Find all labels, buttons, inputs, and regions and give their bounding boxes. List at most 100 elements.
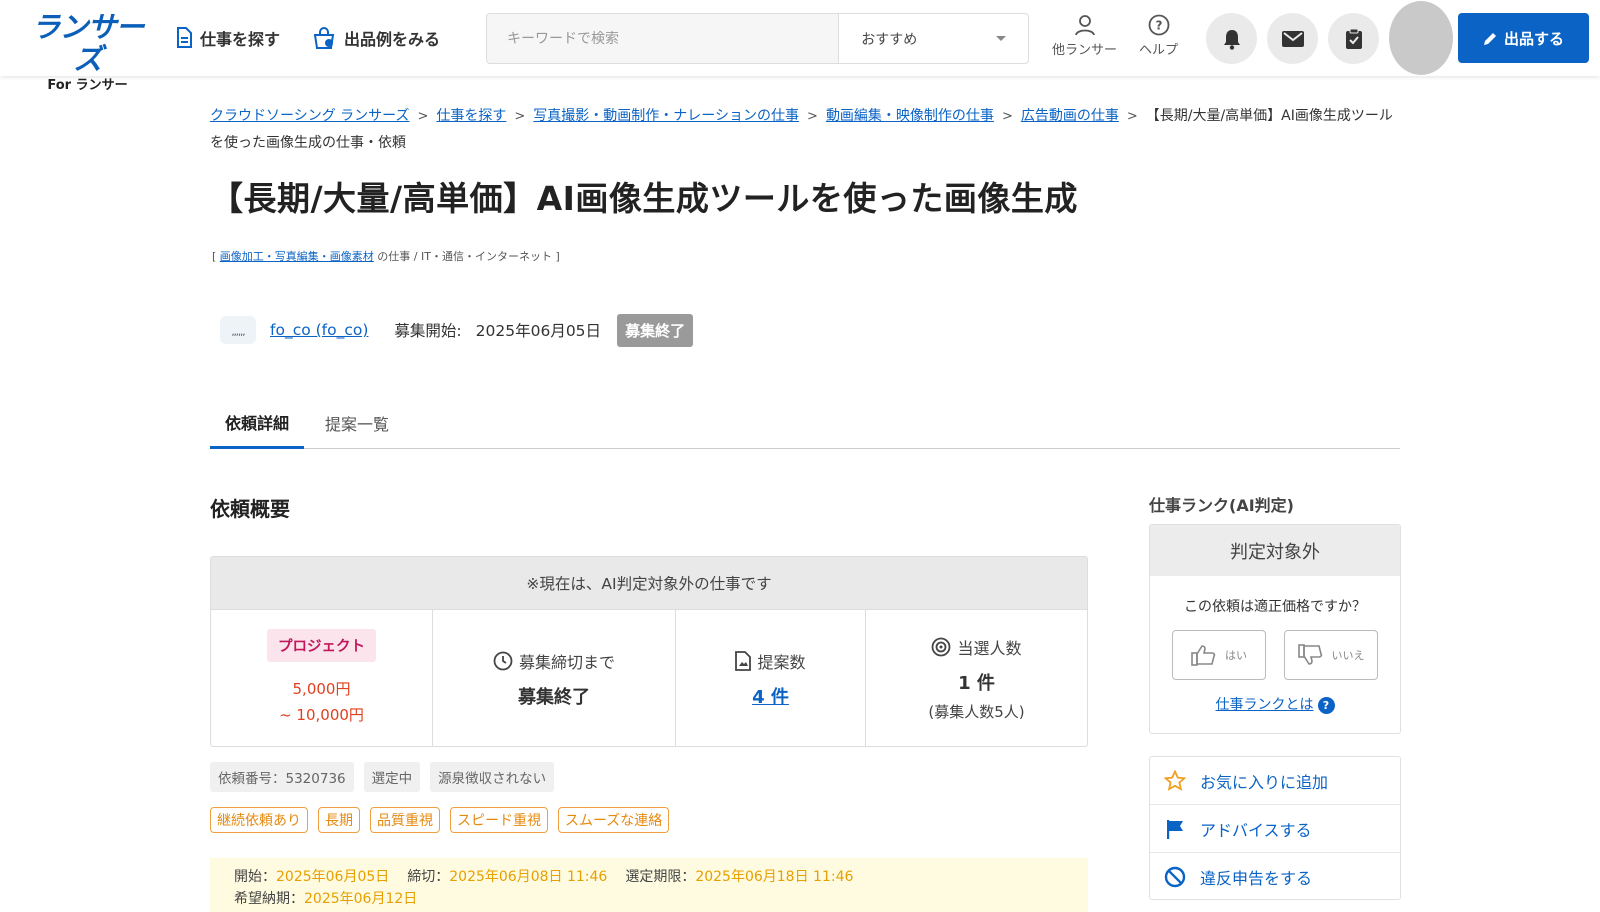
- delivery-date-label: 希望納期：: [234, 891, 304, 907]
- star-icon: [1164, 769, 1186, 791]
- notifications-button[interactable]: [1206, 13, 1257, 64]
- action-list: お気に入りに追加 アドバイスする 違反申告をする: [1149, 756, 1401, 900]
- feature-tag: 品質重視: [370, 807, 440, 833]
- select-date-label: 選定期限：: [625, 869, 696, 885]
- help-label: ヘルプ: [1139, 43, 1179, 58]
- overview-heading: 依頼概要: [210, 497, 290, 521]
- nav-find-jobs[interactable]: 仕事を探す: [176, 24, 280, 52]
- tab-proposals[interactable]: 提案一覧: [310, 397, 404, 448]
- deadline-label: 募集締切まで: [518, 652, 615, 672]
- prohibited-icon: [1164, 866, 1186, 888]
- thumbs-up-icon: [1191, 645, 1216, 666]
- page-title: 【長期/大量/高単価】AI画像生成ツールを使った画像生成: [210, 179, 1078, 218]
- sort-select[interactable]: おすすめ: [838, 14, 1028, 63]
- winners-sub: (募集人数5人): [928, 703, 1025, 721]
- caret-down-icon: [996, 36, 1006, 41]
- price-cell: プロジェクト 5,000円 ~ 10,000円: [211, 610, 433, 746]
- job-meta-chips: 依頼番号：5320736 選定中 源泉徴収されない: [210, 762, 555, 792]
- feature-tag: スムーズな連絡: [558, 807, 670, 833]
- rank-help-link[interactable]: 仕事ランクとは: [1216, 697, 1314, 713]
- report-violation-label: 違反申告をする: [1200, 869, 1313, 888]
- winners-cell: 当選人数 1 件 (募集人数5人): [866, 610, 1087, 746]
- nav-find-jobs-label: 仕事を探す: [200, 30, 281, 49]
- breadcrumb-link-home[interactable]: クラウドソーシング ランサーズ: [210, 108, 409, 124]
- client-info: ,,,,,, fo_co (fo_co) 募集開始: 2025年06月05日 募…: [220, 312, 694, 348]
- document-image-icon: [735, 650, 752, 671]
- feature-tags: 継続依頼あり 長期 品質重視 スピード重視 スムーズな連絡: [210, 807, 670, 833]
- advise-button[interactable]: アドバイスする: [1150, 805, 1400, 853]
- deadline-value: 募集終了: [518, 686, 590, 708]
- vote-yes-label: はい: [1225, 649, 1247, 662]
- client-avatar[interactable]: ,,,,,,: [220, 316, 256, 344]
- add-favorite-label: お気に入りに追加: [1200, 772, 1329, 792]
- deadline-cell: 募集締切まで 募集終了: [433, 610, 676, 746]
- thumbs-down-icon: [1297, 644, 1322, 665]
- winners-label: 当選人数: [957, 639, 1022, 658]
- tab-details[interactable]: 依頼詳細: [210, 397, 305, 449]
- withholding-chip: 源泉徴収されない: [430, 762, 555, 792]
- logo-sub-text: For ランサー: [47, 78, 128, 93]
- client-name-link[interactable]: fo_co (fo_co): [270, 321, 368, 339]
- bell-icon: [1223, 29, 1240, 50]
- other-lancers-label: 他ランサー: [1052, 43, 1118, 58]
- winners-value: 1 件: [958, 673, 995, 694]
- breadcrumb-link-video-editing[interactable]: 動画編集・映像制作の仕事: [826, 108, 994, 124]
- user-avatar[interactable]: [1389, 1, 1453, 75]
- chevron-right-icon: >: [514, 109, 526, 124]
- feature-tag: 継続依頼あり: [210, 807, 308, 833]
- add-favorite-button[interactable]: お気に入りに追加: [1150, 757, 1400, 805]
- question-icon[interactable]: ?: [1317, 696, 1335, 714]
- help-link[interactable]: ? ヘルプ: [1139, 14, 1178, 58]
- price-question: この依頼は適正価格ですか？: [1184, 599, 1366, 615]
- chevron-right-icon: >: [1126, 109, 1138, 124]
- messages-button[interactable]: [1267, 13, 1318, 64]
- document-icon: [177, 27, 192, 48]
- other-lancers-link[interactable]: 他ランサー: [1052, 14, 1117, 58]
- breadcrumb-link-photo-video[interactable]: 写真撮影・動画制作・ナレーションの仕事: [533, 108, 799, 124]
- sort-selected-label: おすすめ: [861, 31, 918, 48]
- nav-examples[interactable]: 出品例をみる: [312, 24, 440, 52]
- tasks-button[interactable]: [1328, 13, 1379, 64]
- proposals-count-link[interactable]: 4 件: [752, 687, 789, 708]
- category-link[interactable]: 画像加工・写真編集・画像素材: [220, 250, 374, 263]
- rank-value: 判定対象外: [1150, 525, 1400, 576]
- price-max: ~ 10,000円: [279, 706, 364, 724]
- post-button-label: 出品する: [1503, 29, 1564, 48]
- rank-box: 判定対象外 この依頼は適正価格ですか？ はい いいえ 仕事ランクとは?: [1149, 524, 1401, 734]
- end-date-label: 締切：: [407, 869, 450, 885]
- top-header: ランサーズ For ランサー 仕事を探す 出品例をみる おすすめ 他ランサー ?…: [0, 0, 1600, 93]
- proposals-label: 提案数: [757, 652, 806, 672]
- start-date-value: 2025年06月05日: [276, 869, 390, 885]
- vote-no-button[interactable]: いいえ: [1284, 630, 1378, 680]
- vote-no-label: いいえ: [1331, 649, 1365, 662]
- start-label: 募集開始:: [394, 322, 462, 340]
- chevron-right-icon: >: [807, 109, 818, 124]
- job-category: [ 画像加工・写真編集・画像素材 の仕事 / IT・通信・インターネット ]: [212, 248, 560, 264]
- report-violation-button[interactable]: 違反申告をする: [1150, 853, 1400, 901]
- job-tabs: 依頼詳細 提案一覧: [210, 397, 1400, 449]
- vote-yes-button[interactable]: はい: [1172, 630, 1266, 680]
- svg-text:?: ?: [1155, 19, 1162, 33]
- chevron-right-icon: >: [1001, 109, 1013, 124]
- delivery-date-value: 2025年06月12日: [304, 891, 418, 907]
- feature-tag: スピード重視: [450, 807, 548, 833]
- job-id-chip: 依頼番号：5320736: [210, 762, 354, 792]
- category-open-bracket: [: [212, 250, 220, 263]
- envelope-icon: [1281, 30, 1304, 47]
- advise-label: アドバイスする: [1200, 820, 1312, 840]
- rank-heading: 仕事ランク(AI判定): [1149, 496, 1294, 515]
- project-type-tag: プロジェクト: [267, 629, 376, 662]
- select-date-value: 2025年06月18日 11:46: [695, 869, 854, 885]
- proposals-cell: 提案数 4 件: [676, 610, 866, 746]
- search-bar: おすすめ: [486, 13, 1029, 64]
- post-button[interactable]: 出品する: [1458, 13, 1589, 63]
- search-input[interactable]: [487, 14, 839, 63]
- breadcrumb-link-ad-video[interactable]: 広告動画の仕事: [1021, 108, 1119, 124]
- help-icon: ?: [1148, 14, 1169, 36]
- start-date: 2025年06月05日: [475, 322, 602, 340]
- lancers-logo[interactable]: ランサーズ For ランサー: [20, 12, 155, 93]
- price-min: 5,000円: [292, 680, 351, 698]
- breadcrumb: クラウドソーシング ランサーズ > 仕事を探す > 写真撮影・動画制作・ナレーションの仕…: [210, 103, 1400, 157]
- breadcrumb-link-find-jobs[interactable]: 仕事を探す: [436, 108, 506, 124]
- target-icon: [932, 637, 951, 657]
